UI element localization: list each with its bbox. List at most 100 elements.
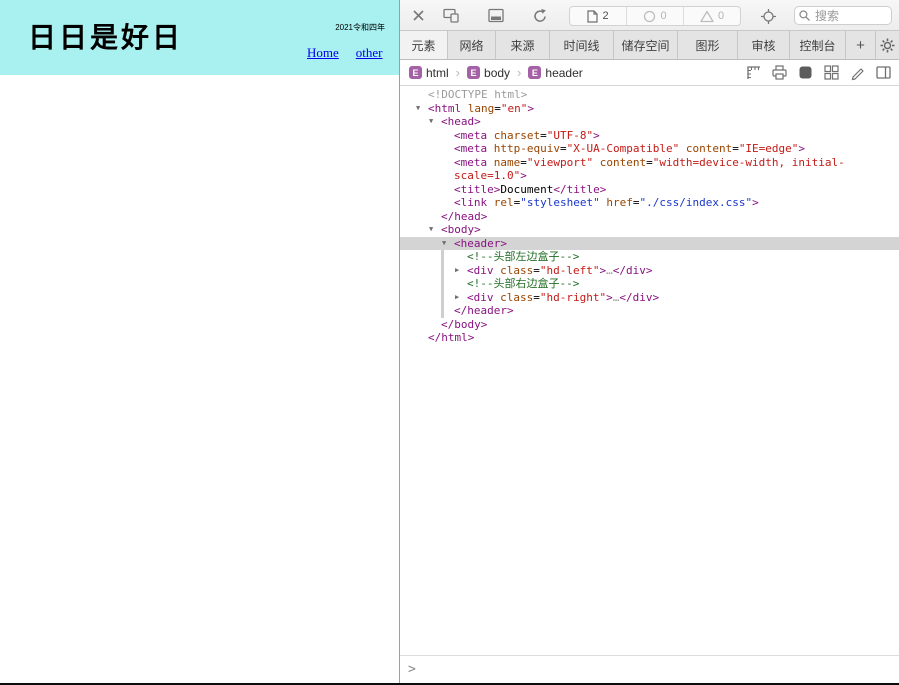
breadcrumb-separator: › [456, 65, 460, 80]
dom-tree-node[interactable]: scale=1.0"> [400, 169, 899, 183]
expand-arrow-icon[interactable]: ▶ [455, 291, 459, 305]
code-token: http-equiv [487, 142, 560, 155]
quick-console[interactable]: > [400, 655, 899, 683]
element-badge-icon: E [409, 66, 422, 79]
tab-sources[interactable]: 来源 [496, 31, 550, 59]
site-nav: Home other [307, 45, 383, 61]
tab-network[interactable]: 网络 [448, 31, 496, 59]
breadcrumb-item-body[interactable]: Ebody [467, 66, 510, 80]
code-token: > [527, 102, 534, 115]
tab-timelines[interactable]: 时间线 [550, 31, 614, 59]
responsive-mode-icon[interactable] [443, 8, 459, 23]
dom-tree-node[interactable]: <meta name="viewport" content="width=dev… [400, 156, 899, 170]
element-picker-icon[interactable] [760, 8, 777, 25]
dom-tree: <!DOCTYPE html>▼<html lang="en">▼<head><… [400, 86, 899, 655]
code-token: "stylesheet" [520, 196, 599, 209]
dom-tree-node[interactable]: <!DOCTYPE html> [400, 88, 899, 102]
dom-tree-node[interactable]: <title>Document</title> [400, 183, 899, 197]
code-token: > [606, 291, 613, 304]
code-token: "width=device-width, initial- [653, 156, 845, 169]
code-token: </title> [553, 183, 606, 196]
site-title: 日日是好日 [28, 16, 183, 56]
tab-console[interactable]: 控制台 [790, 31, 846, 59]
collapse-arrow-icon[interactable]: ▼ [442, 237, 446, 251]
dom-tree-node[interactable]: ▼<html lang="en"> [400, 102, 899, 116]
code-token: "hd-left" [540, 264, 600, 277]
breadcrumb-label: html [426, 66, 449, 80]
reload-icon[interactable] [532, 8, 548, 24]
inspector-toolbar: 2 0 0 [400, 0, 899, 31]
screen: 日日是好日 2021令和四年 Home other [0, 0, 899, 685]
expand-arrow-icon[interactable]: ▶ [455, 264, 459, 278]
code-token: <html [428, 102, 461, 115]
breadcrumb: Ehtml›Ebody›Eheader [409, 65, 583, 80]
dom-tree-node[interactable]: <meta http-equiv="X-UA-Compatible" conte… [400, 142, 899, 156]
element-badge-icon: E [528, 66, 541, 79]
code-token: <title> [454, 183, 500, 196]
site-header: 日日是好日 2021令和四年 Home other [0, 0, 399, 75]
resources-count-badge[interactable]: 2 [570, 7, 627, 25]
code-token: "X-UA-Compatible" [567, 142, 680, 155]
collapse-arrow-icon[interactable]: ▼ [429, 223, 433, 237]
code-token: <body> [441, 223, 481, 236]
dom-tree-node[interactable]: ▼<header> [400, 237, 899, 251]
close-icon[interactable] [411, 8, 426, 23]
code-token: <meta [454, 156, 487, 169]
search-field [794, 6, 892, 25]
collapse-arrow-icon[interactable]: ▼ [416, 102, 420, 116]
code-token: = [494, 102, 501, 115]
element-overlay-icon[interactable] [797, 64, 814, 81]
dom-tree-node[interactable]: ▶<div class="hd-left">…</div> [400, 264, 899, 278]
new-tab-button[interactable]: + [846, 31, 876, 59]
details-sidebar-toggle-icon[interactable] [875, 64, 892, 81]
code-token: = [533, 291, 540, 304]
search-icon [798, 9, 811, 22]
breadcrumb-item-header[interactable]: Eheader [528, 66, 582, 80]
tab-audit[interactable]: 审核 [738, 31, 790, 59]
edit-element-icon[interactable] [849, 64, 866, 81]
dom-tree-node[interactable]: </header> [400, 304, 899, 318]
code-token: </header> [454, 304, 514, 317]
code-token: > [798, 142, 805, 155]
rulers-icon[interactable] [745, 64, 762, 81]
dom-tree-node[interactable]: <!--头部左边盒子--> [400, 250, 899, 264]
code-token: <!--头部左边盒子--> [467, 250, 579, 263]
document-icon [587, 10, 598, 23]
tab-graphics[interactable]: 图形 [678, 31, 738, 59]
code-token: <!DOCTYPE html> [428, 88, 527, 101]
tab-elements[interactable]: 元素 [400, 31, 448, 59]
dom-tree-node[interactable]: </body> [400, 318, 899, 332]
print-styles-icon[interactable] [771, 64, 788, 81]
dom-tree-node[interactable]: <meta charset="UTF-8"> [400, 129, 899, 143]
errors-count: 0 [660, 10, 666, 22]
code-token: class [494, 264, 534, 277]
dom-tree-node[interactable]: <link rel="stylesheet" href="./css/index… [400, 196, 899, 210]
nav-link-home[interactable]: Home [307, 45, 339, 61]
collapse-arrow-icon[interactable]: ▼ [429, 115, 433, 129]
tab-storage[interactable]: 储存空间 [614, 31, 678, 59]
breadcrumb-item-html[interactable]: Ehtml [409, 66, 449, 80]
grid-overlay-icon[interactable] [823, 64, 840, 81]
inspector-tab-bar: 元素网络来源时间线储存空间图形审核控制台+ [400, 31, 899, 60]
code-token: href [600, 196, 633, 209]
errors-count-badge[interactable]: 0 [627, 7, 684, 25]
breadcrumb-label: body [484, 66, 510, 80]
nav-link-other[interactable]: other [356, 45, 383, 61]
dom-tree-node[interactable]: </html> [400, 331, 899, 345]
code-token: > [593, 129, 600, 142]
dom-tree-node[interactable]: </head> [400, 210, 899, 224]
code-token: <head> [441, 115, 481, 128]
warning-triangle-icon [700, 10, 714, 23]
settings-gear-icon[interactable] [876, 31, 899, 59]
code-token: <!--头部右边盒子--> [467, 277, 579, 290]
dom-tree-node[interactable]: <!--头部右边盒子--> [400, 277, 899, 291]
dom-tree-node[interactable]: ▼ <head> [400, 115, 899, 129]
code-token: name [487, 156, 520, 169]
code-token: </div> [619, 291, 659, 304]
dom-tree-node[interactable]: ▶<div class="hd-right">…</div> [400, 291, 899, 305]
warnings-count-badge[interactable]: 0 [684, 7, 740, 25]
code-token: <link [454, 196, 487, 209]
dom-tree-node[interactable]: ▼ <body> [400, 223, 899, 237]
dock-side-icon[interactable] [488, 8, 504, 23]
code-token: </head> [441, 210, 487, 223]
